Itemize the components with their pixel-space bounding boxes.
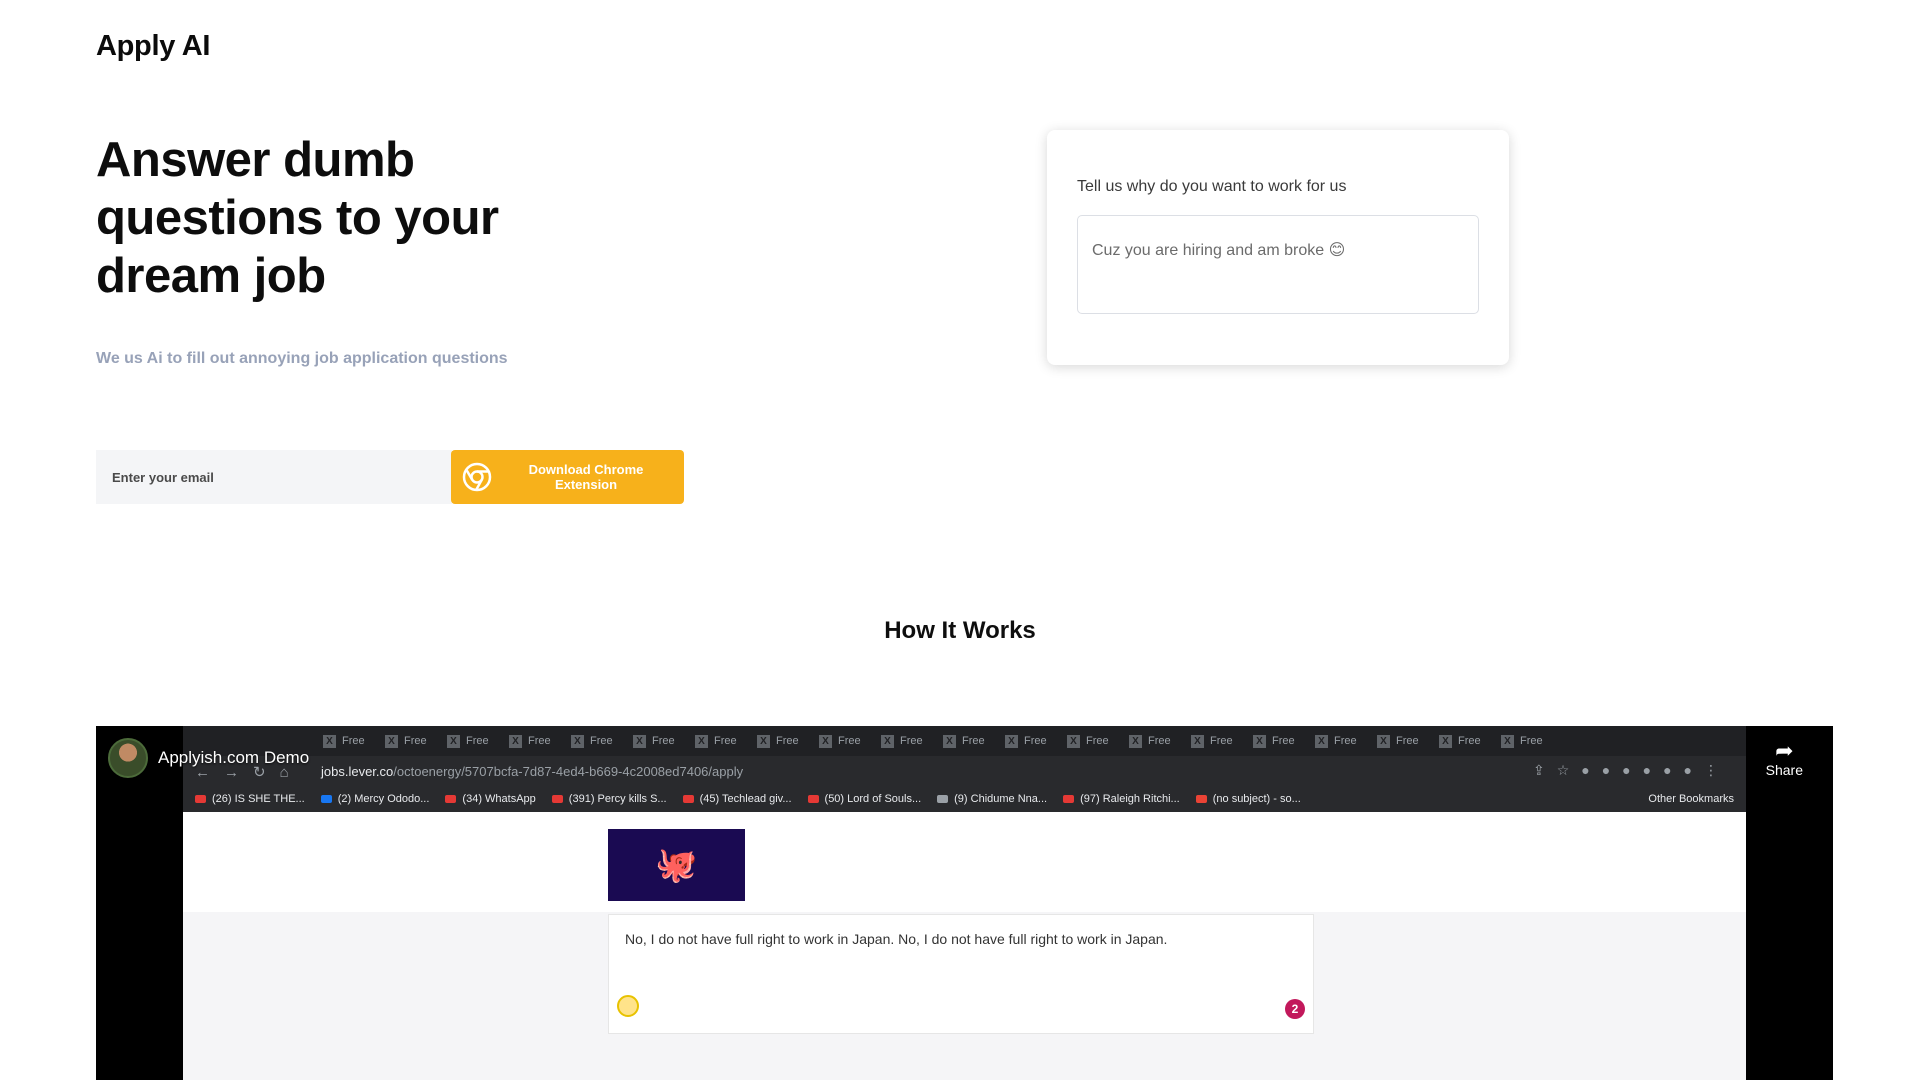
browser-tab: X Free xyxy=(1253,734,1305,748)
browser-tab: X Free xyxy=(1067,734,1119,748)
browser-url: jobs.lever.co/octoenergy/5707bcfa-7d87-4… xyxy=(321,764,744,779)
x-icon: X xyxy=(819,734,832,748)
other-bookmarks: Other Bookmarks xyxy=(1648,793,1734,805)
share-label: Share xyxy=(1765,762,1803,778)
browser-tab: X Free xyxy=(571,734,623,748)
browser-tab: X Free xyxy=(385,734,437,748)
share-icon: ➦ xyxy=(1775,738,1794,763)
whatsapp-icon xyxy=(445,795,457,804)
browser-tab: X Free xyxy=(819,734,871,748)
browser-toolbar: ←→↻⌂ jobs.lever.co/octoenergy/5707bcfa-7… xyxy=(183,756,1746,786)
bookmark: (45) Techlead giv... xyxy=(682,793,792,805)
browser-tab: X Free xyxy=(1005,734,1057,748)
browser-tab: X Free xyxy=(447,734,499,748)
video-title[interactable]: Applyish.com Demo xyxy=(158,748,309,768)
x-icon: X xyxy=(509,734,522,748)
octopus-logo-icon: 🐙 xyxy=(608,829,745,901)
youtube-icon xyxy=(195,795,206,804)
video-answer-text: No, I do not have full right to work in … xyxy=(625,931,1168,947)
x-icon: X xyxy=(1067,734,1080,748)
bookmark: (2) Mercy Ododo... xyxy=(320,793,429,805)
browser-tab: X Free xyxy=(633,734,685,748)
x-icon: X xyxy=(1315,734,1328,748)
bookmark: (26) IS SHE THE... xyxy=(195,793,305,805)
share-button[interactable]: ➦ Share xyxy=(1765,738,1803,779)
how-it-works-heading: How It Works xyxy=(884,617,1036,644)
browser-tab: X Free xyxy=(1315,734,1367,748)
browser-tab: X Free xyxy=(1191,734,1243,748)
demo-question-card: Tell us why do you want to work for us C… xyxy=(1047,130,1509,365)
logo[interactable]: Apply AI xyxy=(96,30,210,63)
browser-tab: X Free xyxy=(1377,734,1429,748)
bookmark: (9) Chidume Nna... xyxy=(937,793,1047,805)
bookmark: (50) Lord of Souls... xyxy=(807,793,921,805)
bookmark: (97) Raleigh Ritchi... xyxy=(1063,793,1180,805)
x-icon: X xyxy=(757,734,770,748)
x-icon: X xyxy=(1191,734,1204,748)
chat-icon xyxy=(937,795,949,804)
download-chrome-extension-button[interactable]: Download Chrome Extension xyxy=(451,450,684,504)
browser-page: 🐙 No, I do not have full right to work i… xyxy=(183,812,1746,1080)
notification-badge: 2 xyxy=(1285,999,1305,1019)
x-icon: X xyxy=(1439,734,1452,748)
browser-tab: X Free xyxy=(1129,734,1181,748)
video-frame: X Free X Free X Free X Free X Free X Free X Fre… xyxy=(183,726,1746,1080)
x-icon: X xyxy=(695,734,708,748)
browser-tab: X Free xyxy=(323,734,375,748)
browser-tab: X Free xyxy=(1501,734,1553,748)
x-icon: X xyxy=(571,734,584,748)
x-icon: X xyxy=(1005,734,1018,748)
demo-answer-field[interactable]: Cuz you are hiring and am broke 😊 xyxy=(1077,215,1479,314)
youtube-icon xyxy=(1063,795,1075,804)
x-icon: X xyxy=(1501,734,1514,748)
x-icon: X xyxy=(447,734,460,748)
browser-tab: X Free xyxy=(881,734,933,748)
gmail-icon xyxy=(1195,795,1207,804)
browser-tab: X Free xyxy=(509,734,561,748)
browser-tab: X Free xyxy=(695,734,747,748)
x-icon: X xyxy=(323,734,336,748)
video-title-bar: Applyish.com Demo xyxy=(108,738,309,778)
bookmark: (34) WhatsApp xyxy=(445,793,536,805)
video-answer-box: No, I do not have full right to work in … xyxy=(608,914,1314,1034)
bookmark: (391) Percy kills S... xyxy=(551,793,667,805)
chrome-icon xyxy=(462,462,492,492)
browser-tab: X Free xyxy=(757,734,809,748)
youtube-icon xyxy=(682,795,694,804)
browser-toolbar-icons: ⇪☆●●●●●●⋮ xyxy=(1532,762,1730,778)
youtube-icon xyxy=(551,795,563,804)
x-icon: X xyxy=(633,734,646,748)
x-icon: X xyxy=(1377,734,1390,748)
video-player[interactable]: X Free X Free X Free X Free X Free X Free X Fre… xyxy=(96,726,1833,1080)
youtube-icon xyxy=(807,795,819,804)
hero-subtitle: We us Ai to fill out annoying job applic… xyxy=(96,350,508,367)
browser-tab: X Free xyxy=(943,734,995,748)
x-icon: X xyxy=(1253,734,1266,748)
x-icon: X xyxy=(1129,734,1142,748)
x-icon: X xyxy=(385,734,398,748)
x-icon: X xyxy=(881,734,894,748)
extension-icon xyxy=(617,995,639,1017)
download-button-label: Download Chrome Extension xyxy=(528,462,644,492)
bookmark: (no subject) - so... xyxy=(1195,793,1301,805)
facebook-icon xyxy=(320,795,332,804)
channel-avatar[interactable] xyxy=(108,738,148,778)
email-input[interactable] xyxy=(96,450,452,504)
hero-title: Answer dumb questions to your dream job xyxy=(96,133,499,303)
browser-tab: X Free xyxy=(1439,734,1491,748)
x-icon: X xyxy=(943,734,956,748)
browser-tab-strip: X Free X Free X Free X Free X Free X Free X Fre… xyxy=(183,726,1746,756)
demo-question: Tell us why do you want to work for us xyxy=(1077,178,1347,195)
browser-bookmarks-bar: (26) IS SHE THE... (2) Mercy Ododo... (3… xyxy=(183,786,1746,812)
